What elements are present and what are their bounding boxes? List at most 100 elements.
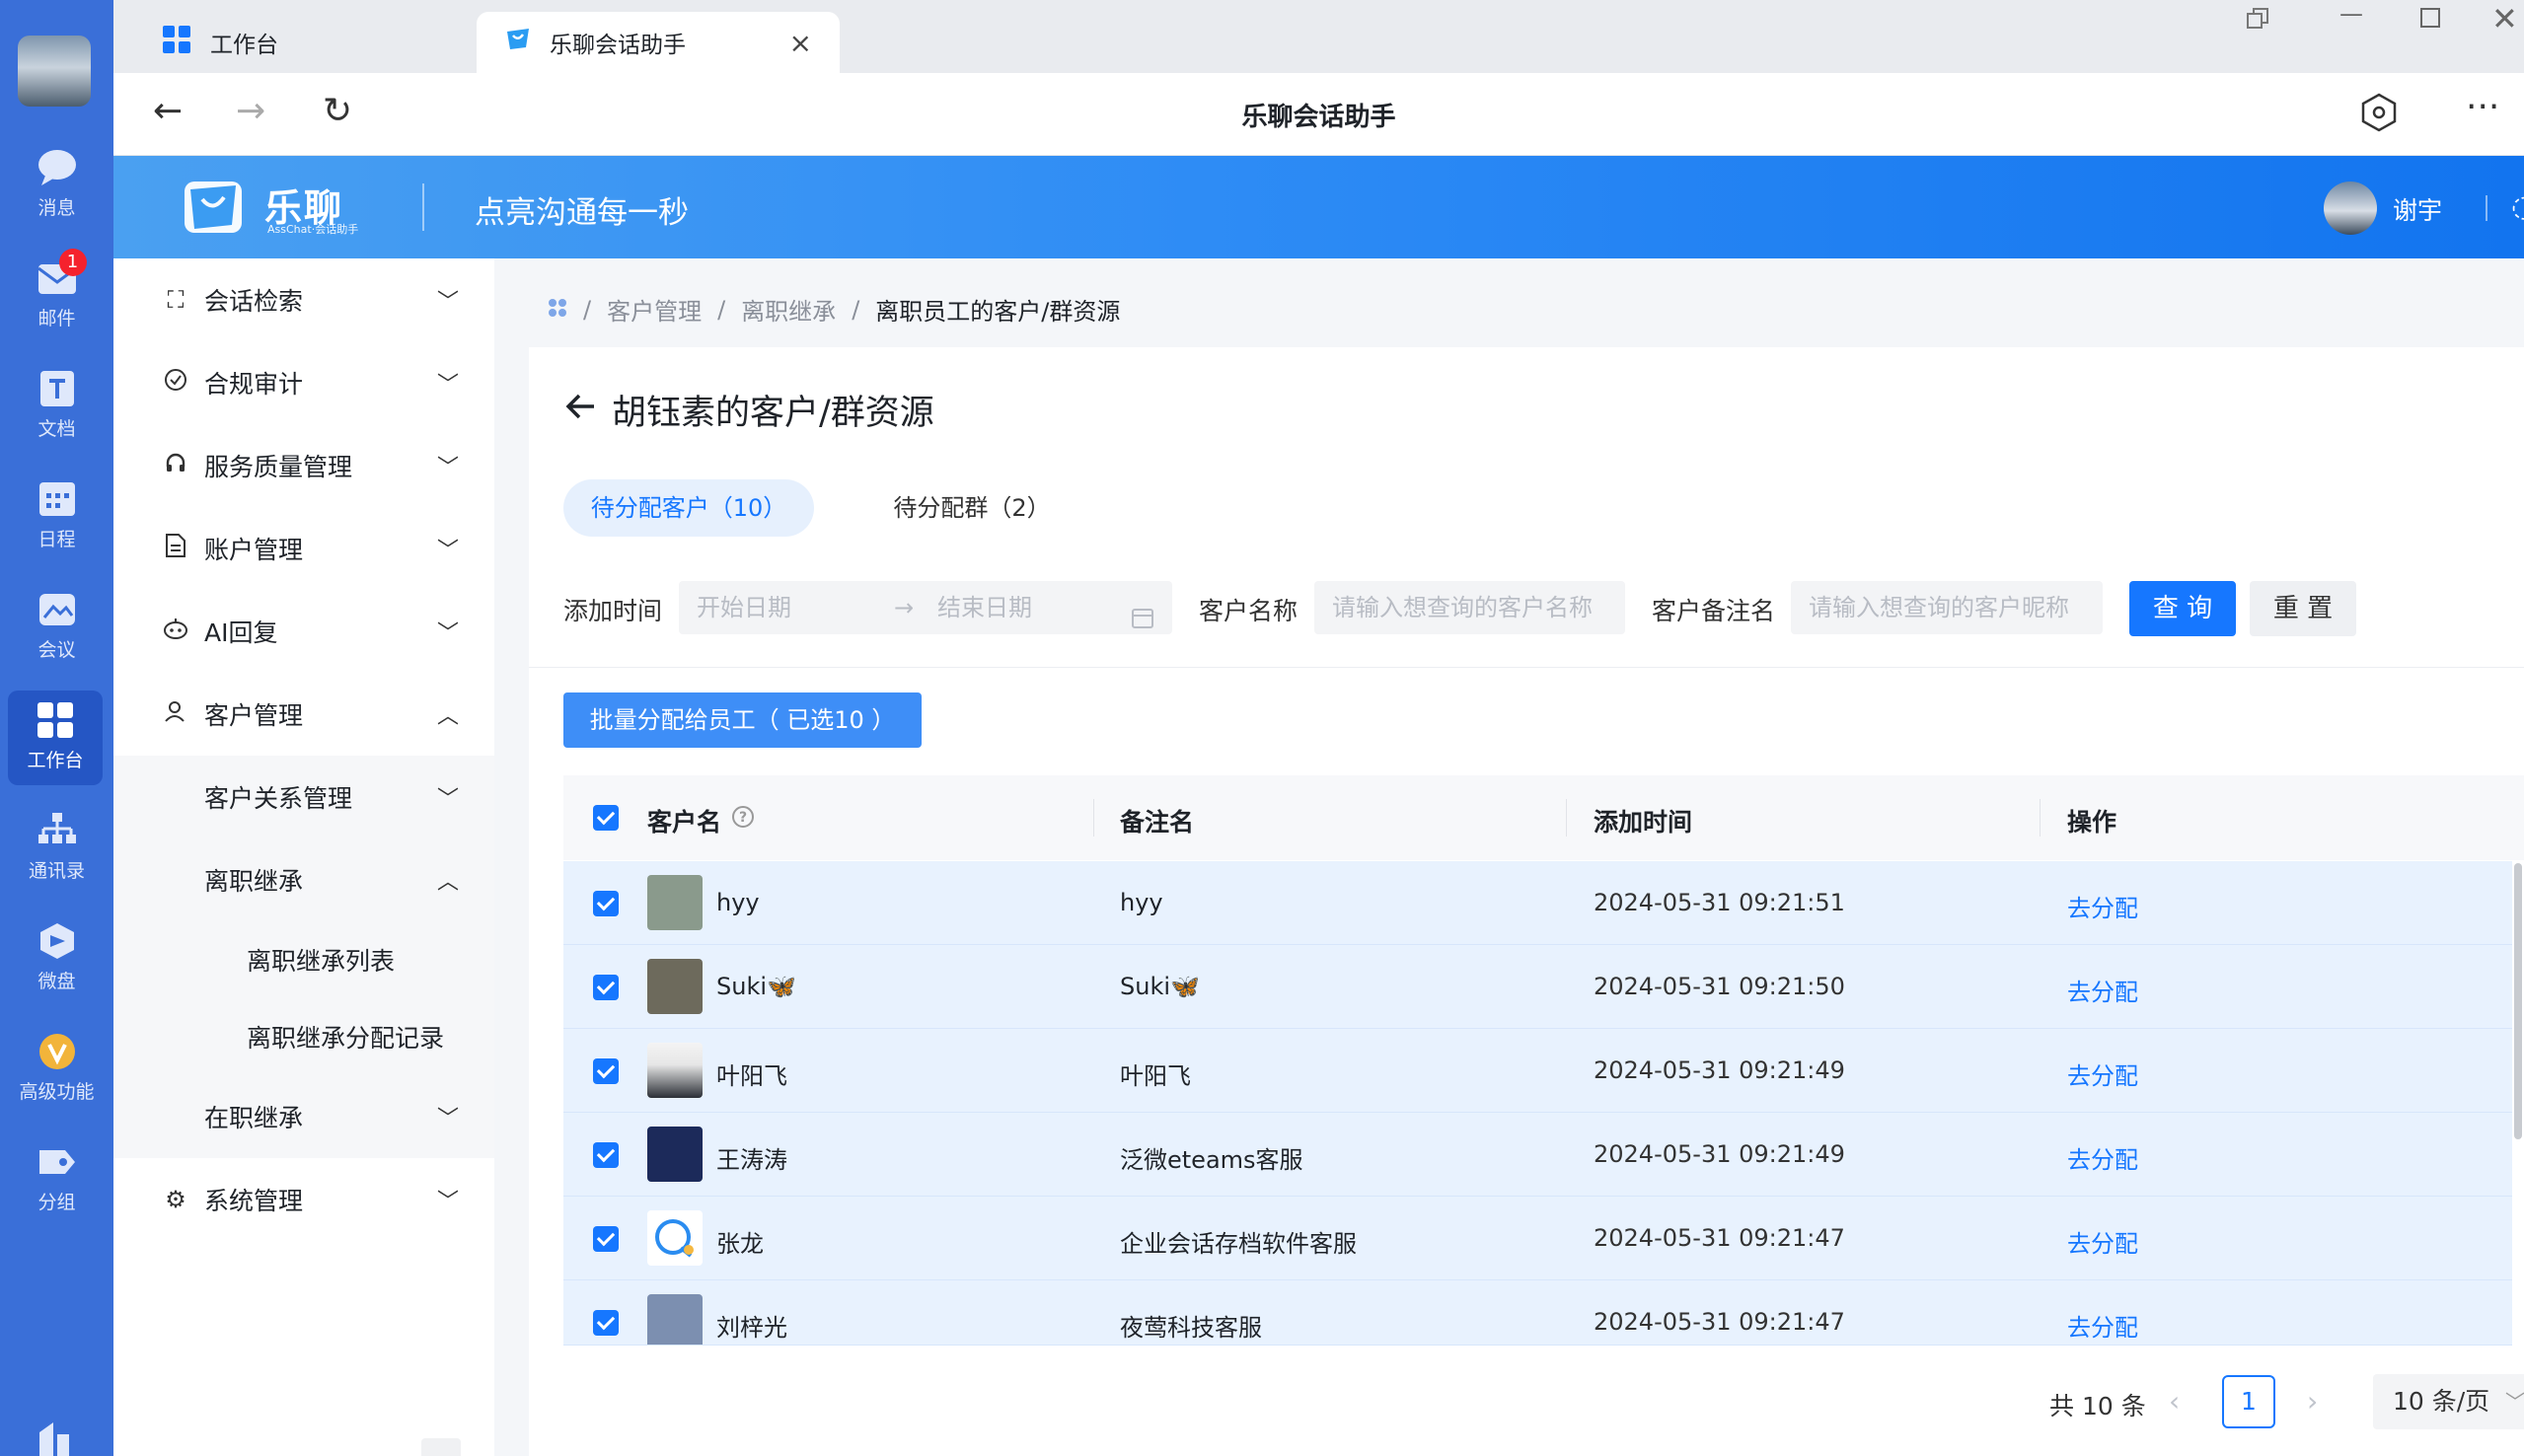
menu-item-active-inherit[interactable]: 在职继承 ﹀ <box>113 1075 494 1158</box>
robot-icon <box>161 617 190 646</box>
customer-name-input[interactable]: 请输入想查询的客户名称 <box>1314 581 1625 634</box>
brand-subtitle: AssChat·会话助手 <box>267 223 359 236</box>
chevron-up-icon: ︿ <box>436 704 459 729</box>
power-icon[interactable]: ◌ <box>2511 189 2524 224</box>
home-grid-icon[interactable] <box>548 296 567 324</box>
row-checkbox[interactable] <box>593 1226 619 1252</box>
chevron-right-icon[interactable]: › <box>2307 1385 2318 1418</box>
menu-item-compliance[interactable]: 合规审计 ﹀ <box>113 341 494 424</box>
page-title-text: 胡钰素的客户/群资源 <box>612 394 934 433</box>
rail-item-workbench[interactable]: 工作台 <box>8 691 103 785</box>
tab-chat-assistant[interactable]: 乐聊会话助手 × <box>477 12 840 73</box>
row-checkbox[interactable] <box>593 1310 619 1336</box>
chevron-up-icon: ︿ <box>436 870 459 895</box>
close-icon[interactable]: × <box>789 27 812 59</box>
table-scrollbar[interactable] <box>2514 863 2522 1139</box>
column-header: 备注名 <box>1120 808 1195 837</box>
page-size-select[interactable]: 10 条/页 ﹀ <box>2373 1374 2524 1429</box>
tab-pending-customers[interactable]: 待分配客户（10） <box>563 479 814 537</box>
assign-link[interactable]: 去分配 <box>2067 1056 2138 1091</box>
app-rail: 消息 1 邮件 文档 日程 会议 工作台 通讯录 微盘 高级功能 分组 <box>0 0 113 1456</box>
menu-item-resigned-inherit[interactable]: 离职继承 ︿ <box>113 838 494 921</box>
menu-item-ai-reply[interactable]: AI回复 ﹀ <box>113 590 494 673</box>
rail-label: 邮件 <box>37 308 76 329</box>
customer-remark-input[interactable]: 请输入想查询的客户昵称 <box>1791 581 2103 634</box>
table-row[interactable]: 叶阳飞 叶阳飞 2024-05-31 09:21:49 去分配 <box>563 1029 2512 1113</box>
table-header: 客户名 ? 备注名 添加时间 操作 <box>563 775 2524 860</box>
rail-item-calendar[interactable]: 日程 <box>0 470 113 564</box>
chevron-down-icon: ﹀ <box>2505 1390 2524 1414</box>
batch-assign-button[interactable]: 批量分配给员工（ 已选10 ） <box>563 692 922 748</box>
user-avatar[interactable] <box>2324 182 2377 235</box>
chevron-left-icon[interactable]: ‹ <box>2169 1385 2180 1418</box>
table-row[interactable]: hyy hyy 2024-05-31 09:21:51 去分配 <box>563 861 2512 945</box>
column-header: 操作 <box>2067 808 2117 837</box>
query-button[interactable]: 查 询 <box>2129 581 2236 636</box>
header-divider <box>2486 195 2487 221</box>
assign-link[interactable]: 去分配 <box>2067 1308 2138 1343</box>
user-avatar[interactable] <box>18 36 91 107</box>
rail-item-contacts[interactable]: 通讯录 <box>0 801 113 896</box>
chevron-down-icon: ﹀ <box>436 539 459 563</box>
customer-remark: Suki🦋 <box>1120 973 1200 1000</box>
hexagon-settings-icon[interactable] <box>2361 93 2397 141</box>
added-time: 2024-05-31 09:21:49 <box>1594 1056 1845 1084</box>
tab-pending-groups[interactable]: 待分配群（2） <box>868 479 1076 537</box>
help-circle-icon[interactable]: ? <box>731 805 755 835</box>
breadcrumb-item[interactable]: 离职继承 <box>741 292 836 327</box>
chevron-down-icon: ﹀ <box>436 1190 459 1214</box>
start-date-input[interactable]: 开始日期 <box>697 594 791 621</box>
rail-item-premium[interactable]: 高级功能 <box>0 1022 113 1117</box>
menu-item-resigned-list[interactable]: 离职继承列表 <box>113 921 494 998</box>
rail-item-meeting[interactable]: 会议 <box>0 580 113 675</box>
back-arrow-icon[interactable] <box>564 391 598 430</box>
table-row[interactable]: 刘梓光 夜莺科技客服 2024-05-31 09:21:47 去分配 <box>563 1280 2512 1346</box>
menu-label: 离职继承列表 <box>247 947 396 976</box>
assign-link[interactable]: 去分配 <box>2067 1140 2138 1175</box>
rail-item-group[interactable]: 分组 <box>0 1132 113 1227</box>
menu-item-account[interactable]: 账户管理 ﹀ <box>113 507 494 590</box>
user-name[interactable]: 谢宇 <box>2393 191 2442 227</box>
table-row[interactable]: 张龙 企业会话存档软件客服 2024-05-31 09:21:47 去分配 <box>563 1197 2512 1280</box>
rail-item-messages[interactable]: 消息 <box>0 138 113 233</box>
restore-icon[interactable] <box>2245 6 2270 37</box>
rail-label: 会议 <box>37 639 76 661</box>
menu-item-customer-relations[interactable]: 客户关系管理 ﹀ <box>113 756 494 838</box>
tab-workbench[interactable]: 工作台 <box>133 12 469 73</box>
table-row[interactable]: 王涛涛 泛微eteams客服 2024-05-31 09:21:49 去分配 <box>563 1113 2512 1197</box>
menu-item-customer-management[interactable]: 客户管理 ︿ <box>113 673 494 756</box>
menu-item-resigned-records[interactable]: 离职继承分配记录 <box>113 998 494 1075</box>
menu-collapse-icon[interactable] <box>421 1438 461 1456</box>
rail-item-docs[interactable]: 文档 <box>0 359 113 454</box>
menu-item-session-search[interactable]: ⛶ 会话检索 ﹀ <box>113 258 494 341</box>
assign-link[interactable]: 去分配 <box>2067 1224 2138 1259</box>
table-row[interactable]: Suki🦋 Suki🦋 2024-05-31 09:21:50 去分配 <box>563 945 2512 1029</box>
end-date-input[interactable]: 结束日期 <box>937 581 1032 634</box>
window-close-icon[interactable]: ✕ <box>2491 0 2518 37</box>
rail-item-mail[interactable]: 1 邮件 <box>0 249 113 343</box>
breadcrumb-separator: / <box>852 295 860 324</box>
app-logo-icon <box>504 26 532 59</box>
assign-link[interactable]: 去分配 <box>2067 973 2138 1007</box>
menu-item-system[interactable]: ⚙ 系统管理 ﹀ <box>113 1158 494 1241</box>
maximize-icon[interactable] <box>2418 6 2442 36</box>
minimize-icon[interactable]: — <box>2339 0 2363 28</box>
page-number-current[interactable]: 1 <box>2222 1375 2275 1428</box>
reset-button[interactable]: 重 置 <box>2250 581 2356 636</box>
breadcrumb-item[interactable]: 客户管理 <box>607 292 702 327</box>
date-range-picker[interactable]: 开始日期 → 结束日期 <box>679 581 1172 634</box>
menu-item-service-quality[interactable]: 服务质量管理 ﹀ <box>113 424 494 507</box>
row-checkbox[interactable] <box>593 1058 619 1084</box>
row-checkbox[interactable] <box>593 1142 619 1168</box>
row-checkbox[interactable] <box>593 891 619 916</box>
assign-link[interactable]: 去分配 <box>2067 889 2138 923</box>
more-icon[interactable]: ··· <box>2466 87 2499 127</box>
customer-avatar <box>647 1210 703 1266</box>
filter-remark-label: 客户备注名 <box>1652 597 1776 625</box>
row-checkbox[interactable] <box>593 975 619 1000</box>
rail-label: 高级功能 <box>19 1081 95 1103</box>
select-all-checkbox[interactable] <box>593 805 619 831</box>
collapse-icon[interactable] <box>36 1419 75 1456</box>
rail-item-disk[interactable]: 微盘 <box>0 911 113 1006</box>
customer-name: hyy <box>716 889 760 916</box>
